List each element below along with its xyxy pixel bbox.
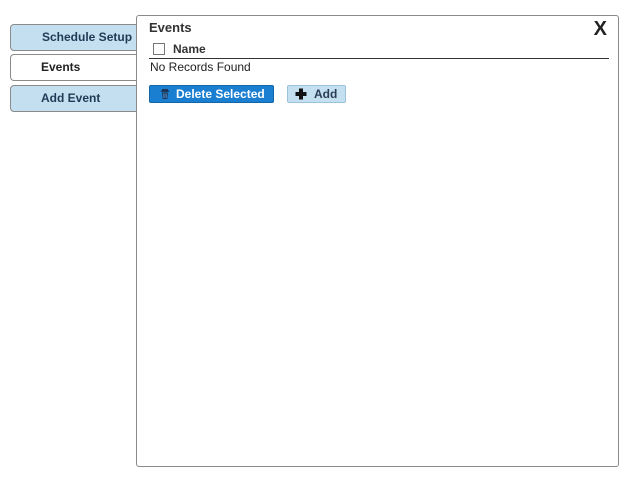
plus-icon [295,88,307,100]
empty-state-message: No Records Found [150,60,251,74]
list-header: Name [149,41,609,59]
events-panel: Events X Name No Records Found Delete Se… [136,15,619,467]
delete-selected-label: Delete Selected [176,87,265,101]
tab-schedule-setup[interactable]: Schedule Setup [10,24,138,51]
trash-icon [161,89,169,99]
select-all-checkbox[interactable] [153,43,165,55]
column-header-name[interactable]: Name [173,42,206,56]
add-label: Add [314,87,338,101]
delete-selected-button[interactable]: Delete Selected [149,85,274,103]
close-icon[interactable]: X [594,17,607,41]
app-stage: Schedule Setup Events Add Event Events X… [0,0,626,483]
tab-events[interactable]: Events [10,54,138,81]
tab-schedule-setup-label: Schedule Setup [42,30,133,44]
panel-title: Events [149,20,192,35]
tab-add-event-label: Add Event [41,91,101,105]
tab-events-label: Events [41,60,81,74]
tab-add-event[interactable]: Add Event [10,85,138,112]
add-button[interactable]: Add [287,85,346,103]
